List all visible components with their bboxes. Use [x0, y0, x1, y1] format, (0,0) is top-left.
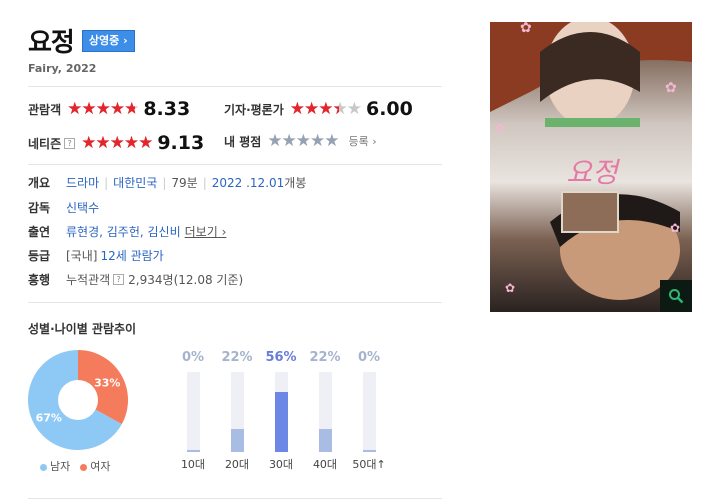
bar-mark	[363, 450, 376, 452]
poster-zoom-button[interactable]	[660, 280, 692, 312]
svg-text:✿: ✿	[505, 281, 515, 295]
bar-track	[231, 372, 244, 452]
section-title: 성별·나이별 관람추이	[28, 322, 137, 336]
director-label: 감독	[28, 201, 51, 215]
more-cast-link[interactable]: 더보기 ›	[185, 223, 227, 240]
audience-score: 8.33	[143, 98, 191, 120]
svg-text:요정: 요정	[566, 156, 621, 189]
cumulative-label: 누적관객	[66, 273, 111, 287]
cast-row: 출연 류현경, 김주헌, 김신비 더보기 ›	[28, 223, 226, 240]
bar-mark	[187, 450, 200, 452]
bar-category-label: 10대	[180, 458, 206, 471]
svg-text:✿: ✿	[520, 22, 532, 36]
divider	[28, 164, 442, 165]
chevron-right-icon: ›	[372, 135, 377, 148]
status-badge[interactable]: 상영중 ›	[81, 29, 135, 52]
release-date-link[interactable]: 2022 .12.01	[212, 176, 285, 190]
netizen-rating-label: 네티즌	[28, 136, 62, 151]
boxoffice-row: 흥행 누적관객 ? 2,934명(12.08 기준)	[28, 271, 243, 288]
audience-rating-label: 관람객	[28, 102, 62, 117]
svg-text:✿: ✿	[665, 80, 677, 96]
grade-row: 등급 [국내] 12세 관람가	[28, 247, 164, 264]
bar-category-label: 30대	[268, 458, 294, 471]
legend-female: 여자	[80, 458, 111, 474]
bar-category-label: 50대↑	[352, 458, 386, 471]
bar-track	[275, 372, 288, 452]
genre-link[interactable]: 드라마	[66, 174, 99, 191]
status-badge-label: 상영중	[88, 33, 120, 47]
bar-track	[363, 372, 376, 452]
pie-label-male: 67%	[36, 411, 62, 424]
legend-male: 남자	[40, 458, 70, 474]
my-rating-label: 내 평점	[224, 134, 262, 149]
divider	[28, 86, 442, 87]
critics-score: 6.00	[365, 98, 413, 120]
country-link[interactable]: 대한민국	[113, 174, 157, 191]
boxoffice-label: 흥행	[28, 273, 51, 287]
bar-mark	[231, 428, 244, 452]
bar-category-label: 40대	[312, 458, 338, 471]
runtime: 79분	[171, 176, 198, 190]
movie-subtitle: Fairy, 2022	[28, 62, 97, 75]
my-rating: 내 평점 ★★★★★ 등록 ›	[224, 132, 377, 150]
critics-stars: ★★★★★★★★★★	[289, 99, 362, 119]
bar-value-label: 0%	[357, 350, 381, 365]
bar-mark	[319, 428, 332, 452]
search-icon	[669, 289, 684, 304]
svg-text:✿: ✿	[670, 221, 680, 235]
bar-mark	[275, 392, 288, 452]
cumulative-value: 2,934명(12.08 기준)	[128, 273, 244, 287]
bar-value-label: 22%	[309, 350, 341, 365]
netizen-stars: ★★★★★ ★★★★★	[81, 133, 153, 153]
divider	[28, 498, 442, 499]
help-icon[interactable]: ?	[64, 137, 76, 149]
bar-column-2: 56% 30대	[261, 350, 301, 471]
director-link[interactable]: 신택수	[66, 199, 99, 216]
netizen-rating: 네티즌 ? ★★★★★ ★★★★★ 9.13	[28, 132, 204, 154]
bar-value-label: 56%	[265, 350, 297, 365]
bar-value-label: 22%	[221, 350, 253, 365]
bar-track	[319, 372, 332, 452]
overview-row: 개요 드라마 | 대한민국 | 79분 | 2022 .12.01 개봉	[28, 174, 307, 191]
help-icon[interactable]: ?	[113, 274, 125, 285]
release-suffix: 개봉	[284, 176, 307, 190]
critics-rating: 기자·평론가 ★★★★★★★★★★ 6.00	[224, 98, 413, 120]
overview-label: 개요	[28, 176, 51, 190]
cast-links[interactable]: 류현경, 김주헌, 김신비	[66, 223, 181, 240]
my-rating-stars[interactable]: ★★★★★	[267, 132, 339, 150]
bar-column-1: 22% 20대	[217, 350, 257, 471]
bar-column-3: 22% 40대	[305, 350, 345, 471]
chevron-right-icon: ›	[221, 225, 227, 239]
audience-stars: ★★★★★ ★★★★★	[67, 99, 139, 119]
chevron-right-icon: ›	[123, 33, 128, 47]
register-rating-link[interactable]: 등록 ›	[349, 133, 377, 149]
bar-track	[187, 372, 200, 452]
cast-label: 출연	[28, 225, 51, 239]
netizen-score: 9.13	[157, 132, 205, 154]
pie-hole	[58, 380, 98, 420]
poster-image: 요정 ✿ ✿ ✿ ✿ ✿	[490, 22, 692, 312]
director-row: 감독 신택수	[28, 199, 99, 216]
title-row: 요정 상영중 ›	[28, 22, 135, 59]
bar-column-0: 0% 10대	[173, 350, 213, 471]
critics-rating-label: 기자·평론가	[224, 102, 284, 117]
pie-label-female: 33%	[94, 377, 120, 390]
bar-column-4: 0% 50대↑	[349, 350, 389, 471]
pie-legend: 남자 여자	[40, 458, 111, 474]
grade-link[interactable]: 12세 관람가	[100, 247, 163, 264]
audience-rating: 관람객 ★★★★★ ★★★★★ 8.33	[28, 98, 190, 120]
svg-text:✿: ✿	[495, 121, 505, 135]
grade-prefix: [국내]	[66, 249, 98, 263]
gender-pie-chart: 33% 67%	[28, 350, 128, 450]
grade-label: 등급	[28, 249, 51, 263]
bar-value-label: 0%	[181, 350, 205, 365]
divider	[28, 302, 442, 303]
bar-category-label: 20대	[224, 458, 250, 471]
movie-title: 요정	[28, 28, 75, 58]
movie-poster[interactable]: 요정 ✿ ✿ ✿ ✿ ✿	[490, 22, 692, 312]
